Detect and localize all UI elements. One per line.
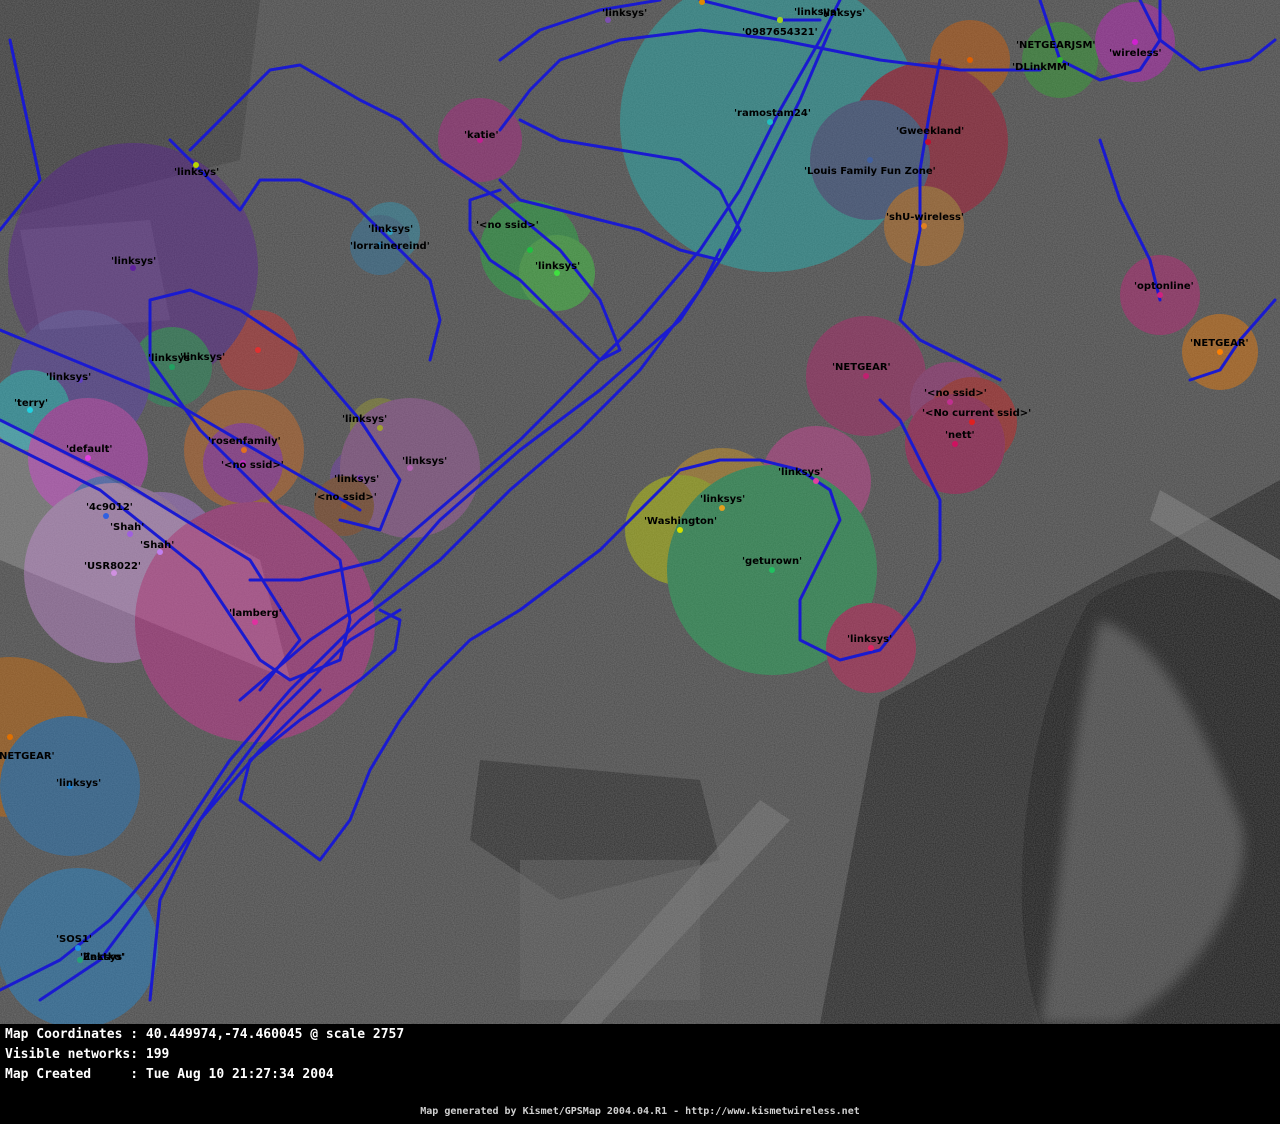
map-canvas[interactable]: 'linksys''linksys''0987654321''linksys''… — [0, 0, 1280, 1024]
network-ssid-label: 'rosenfamily' — [208, 436, 281, 447]
network-ssid-label: '0987654321' — [742, 27, 818, 38]
network-marker-dot[interactable] — [1217, 349, 1223, 355]
map-created-value: Tue Aug 10 21:27:34 2004 — [145, 1067, 334, 1082]
network-marker-dot[interactable] — [255, 347, 261, 353]
network-marker-dot[interactable] — [813, 478, 819, 484]
network-ssid-label: 'Washington' — [644, 516, 717, 527]
network-ssid-label: '4c9012' — [86, 502, 133, 513]
network-marker-dot[interactable] — [969, 419, 975, 425]
network-ssid-label: 'linksys' — [402, 456, 447, 467]
network-ssid-label: 'terry' — [14, 398, 48, 409]
network-marker-dot[interactable] — [341, 503, 347, 509]
network-marker-dot[interactable] — [719, 505, 725, 511]
network-marker-dot[interactable] — [967, 57, 973, 63]
network-marker-dot[interactable] — [921, 223, 927, 229]
network-marker-dot[interactable] — [103, 513, 109, 519]
map-created-row: Map Created : Tue Aug 10 21:27:34 2004 — [5, 1067, 334, 1082]
network-ssid-label: 'NETGEARJSM' — [1016, 40, 1096, 51]
network-ssid-label: 'katie' — [464, 130, 499, 141]
network-marker-dot[interactable] — [377, 425, 383, 431]
network-ssid-label: 'linksys' — [174, 167, 219, 178]
network-ssid-label: 'default' — [66, 444, 113, 455]
network-marker-dot[interactable] — [868, 645, 874, 651]
network-ssid-label: 'geturown' — [742, 556, 802, 567]
network-ssid-label: 'nett' — [945, 430, 975, 441]
network-ssid-label: 'NETGEAR' — [0, 751, 55, 762]
network-marker-dot[interactable] — [252, 619, 258, 625]
network-marker-dot[interactable] — [952, 441, 958, 447]
network-ssid-label: 'linksys' — [56, 778, 101, 789]
footer-credit: Map generated by Kismet/GPSMap 2004.04.R… — [420, 1106, 860, 1117]
network-ssid-label: 'linksys' — [535, 261, 580, 272]
network-ssid-label: 'Gweekland' — [896, 126, 964, 137]
network-ssid-label: 'Shah' — [140, 540, 174, 551]
network-marker-dot[interactable] — [947, 399, 953, 405]
network-marker-dot[interactable] — [677, 527, 683, 533]
network-marker-dot[interactable] — [925, 139, 931, 145]
map-created-label: Map Created — [5, 1067, 92, 1082]
network-ssid-label: 'linksys' — [111, 256, 156, 267]
network-ssid-label: 'linksys' — [80, 952, 125, 963]
network-ssid-label: 'linksys' — [46, 372, 91, 383]
network-ssid-label: 'linksys' — [847, 634, 892, 645]
network-marker-dot[interactable] — [7, 734, 13, 740]
network-marker-dot[interactable] — [867, 157, 873, 163]
network-ssid-label: 'NETGEAR' — [832, 362, 891, 373]
coordinates-label: Map Coordinates — [5, 1027, 123, 1042]
network-ssid-label: 'wireless' — [1109, 48, 1162, 59]
network-ssid-label: 'linksys' — [820, 8, 865, 19]
network-ssid-label: '<No current ssid>' — [922, 408, 1031, 419]
network-ssid-label: 'Shah' — [110, 522, 144, 533]
coordinates-value: 40.449974,-74.460045 @ scale 2757 — [145, 1027, 405, 1042]
network-marker-dot[interactable] — [1157, 292, 1163, 298]
network-ssid-label: '<no ssid>' — [476, 220, 539, 231]
network-ssid-label: 'linksys' — [778, 467, 823, 478]
network-ssid-label: 'linksys' — [148, 353, 193, 364]
network-ssid-label: 'Louis Family Fun Zone' — [804, 166, 936, 177]
network-marker-dot[interactable] — [75, 945, 81, 951]
visible-networks-label: Visible networks — [5, 1047, 131, 1062]
network-marker-dot[interactable] — [863, 373, 869, 379]
network-ssid-label: 'lorrainereind' — [350, 241, 430, 252]
network-ssid-label: 'linksys' — [334, 474, 379, 485]
network-marker-dot[interactable] — [769, 567, 775, 573]
network-marker-dot[interactable] — [767, 119, 773, 125]
coordinates-row: Map Coordinates : 40.449974,-74.460045 @… — [5, 1027, 405, 1042]
network-marker-dot[interactable] — [241, 447, 247, 453]
network-ssid-label: 'linksys' — [342, 414, 387, 425]
network-ssid-label: 'linksys' — [602, 8, 647, 19]
network-marker-dot[interactable] — [85, 455, 91, 461]
visible-networks-value: 199 — [145, 1047, 170, 1062]
network-ssid-label: 'DLinkMM' — [1012, 62, 1070, 73]
map-view[interactable]: 'linksys''linksys' '0987654321''linksys' '… — [0, 0, 1280, 1024]
visible-networks-row: Visible networks: 199 — [5, 1047, 170, 1062]
network-marker-dot[interactable] — [777, 17, 783, 23]
network-marker-dot[interactable] — [1132, 39, 1138, 45]
network-ssid-label: '<no ssid>' — [221, 460, 284, 471]
network-ssid-label: '<no ssid>' — [314, 492, 377, 503]
network-ssid-label: 'linksys' — [700, 494, 745, 505]
network-ssid-label: 'optonline' — [1134, 281, 1194, 292]
network-ssid-label: 'ramostam24' — [734, 108, 811, 119]
network-ssid-label: 'NETGEAR' — [1190, 338, 1249, 349]
network-ssid-label: 'lamberg' — [229, 608, 282, 619]
network-ssid-label: 'linksys' — [368, 224, 413, 235]
network-ssid-label: 'USR8022' — [84, 561, 141, 572]
network-marker-dot[interactable] — [169, 364, 175, 370]
network-ssid-label: 'shU-wireless' — [886, 212, 964, 223]
network-ssid-label: '<no ssid>' — [924, 388, 987, 399]
network-marker-dot[interactable] — [527, 247, 533, 253]
network-ssid-label: 'SOS1' — [56, 934, 92, 945]
